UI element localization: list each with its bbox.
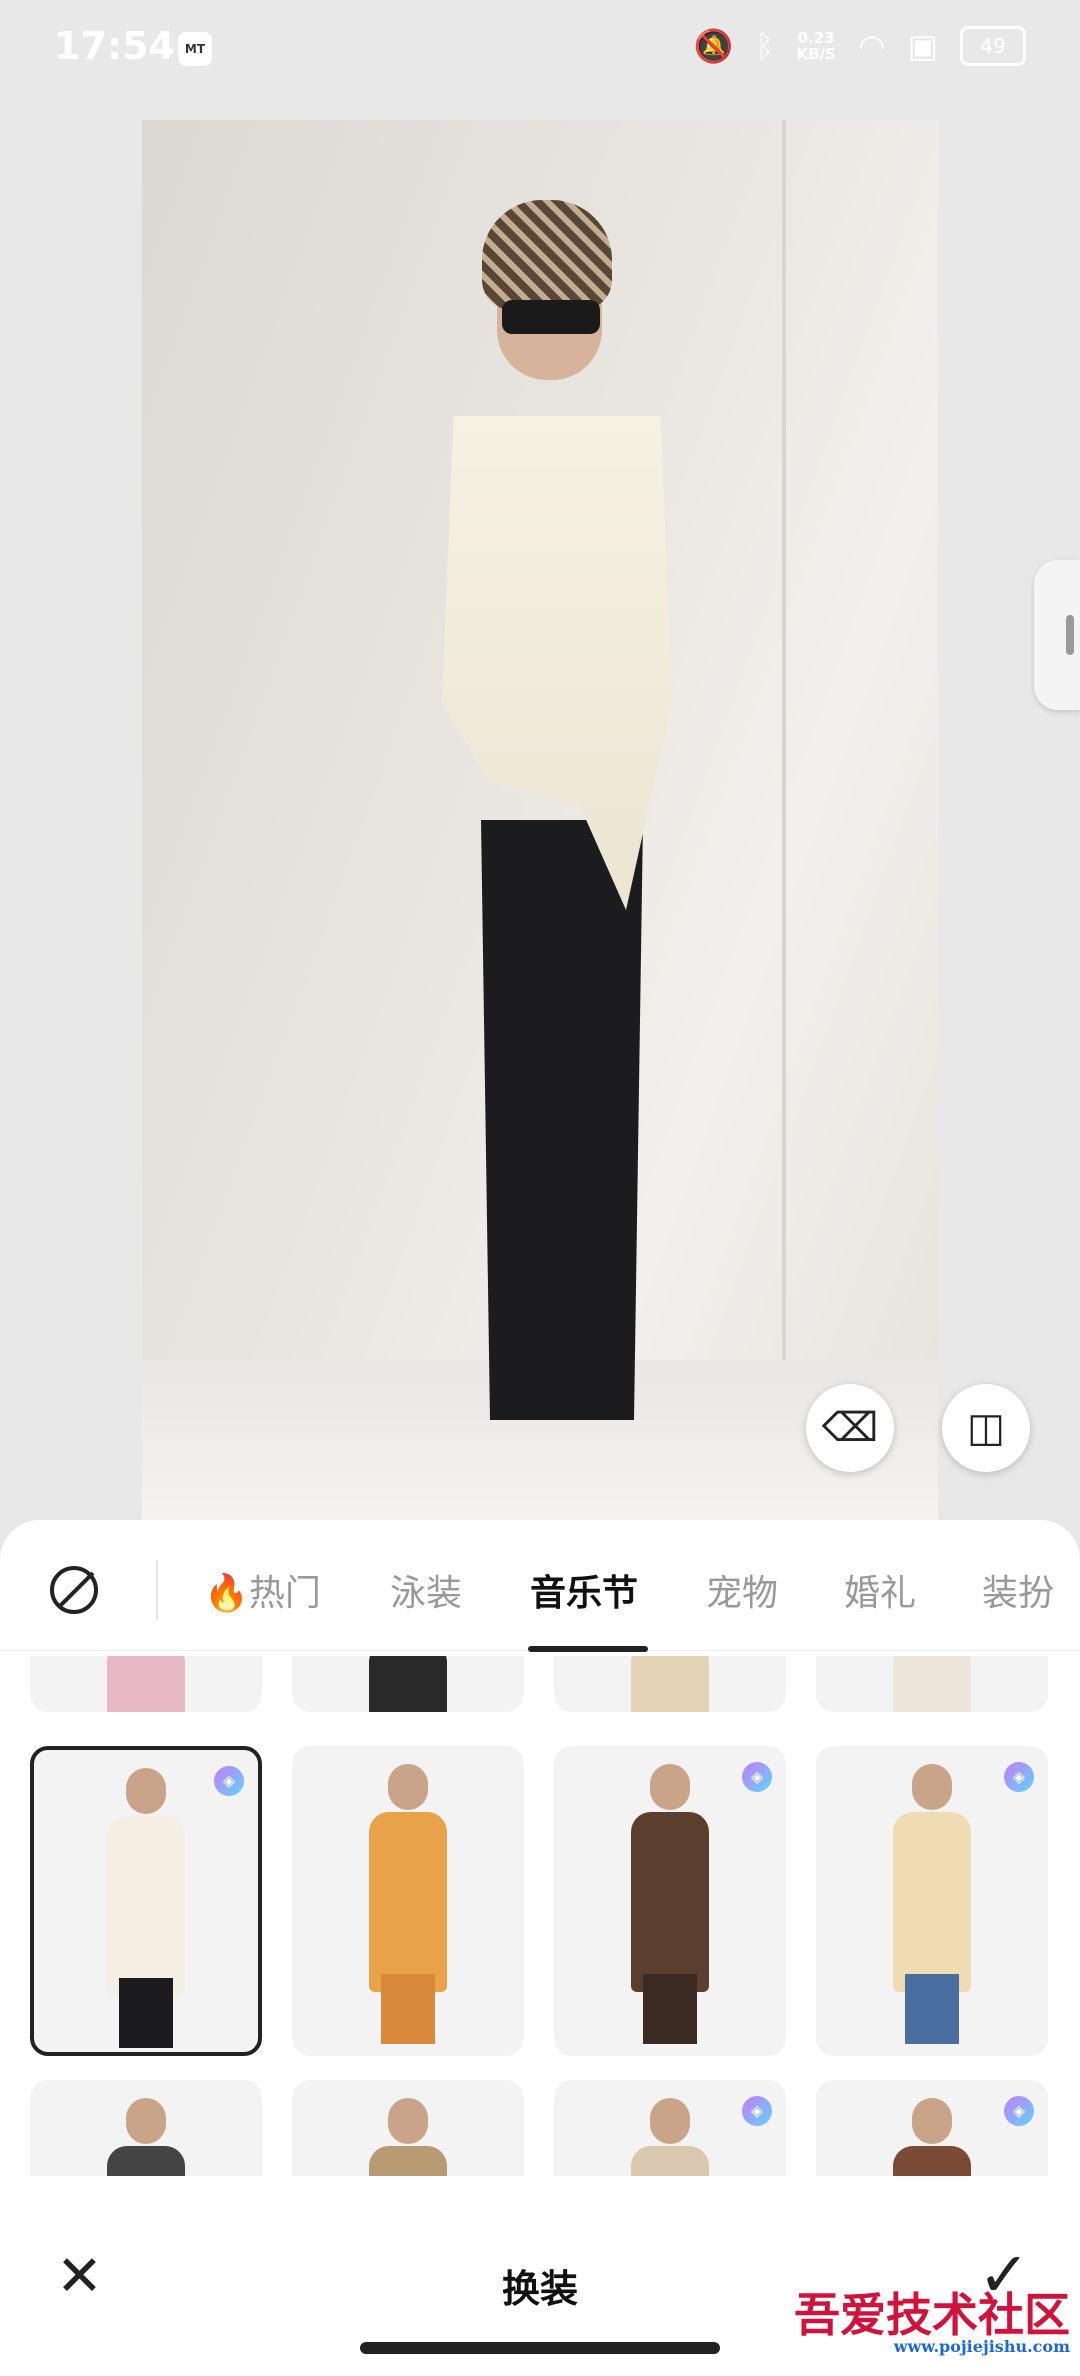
preview-photo[interactable] xyxy=(142,120,938,1520)
tab-divider xyxy=(156,1560,158,1620)
wifi-icon: ◠ xyxy=(857,27,886,65)
battery-icon: 49 xyxy=(960,26,1026,66)
compare-icon: ◫ xyxy=(967,1405,1005,1451)
tab-music-festival[interactable]: 音乐节 xyxy=(530,1564,638,1616)
outfit-model xyxy=(887,2098,977,2176)
outfit-card[interactable]: ◈ xyxy=(816,1746,1048,2056)
bell-off-icon: 🔕 xyxy=(693,27,734,65)
watermark: 吾爱技术社区 www.pojiejishu.com xyxy=(794,2288,1070,2356)
premium-gem-icon: ◈ xyxy=(214,1766,244,1796)
sim-off-icon: ▣ xyxy=(907,27,938,65)
outfit-card[interactable] xyxy=(292,2080,524,2176)
outfit-sheet: 🔥热门 泳装 音乐节 宠物 婚礼 装扮 ◈ ◈ ◈ ◈ ◈ ✕ 换装 ✓ xyxy=(0,1520,1080,2376)
outfit-model xyxy=(101,1768,191,2048)
no-outfit-icon[interactable] xyxy=(50,1566,98,1614)
tab-swimwear[interactable]: 泳装 xyxy=(390,1564,462,1616)
model-scarf xyxy=(482,200,612,310)
status-icons: 🔕 ᛒ 0.23 KB/S ◠ ▣ 49 xyxy=(693,26,1026,66)
wall-corner xyxy=(782,120,786,1360)
premium-gem-icon: ◈ xyxy=(742,1762,772,1792)
outfit-model xyxy=(101,1656,191,1712)
tab-dressup[interactable]: 装扮 xyxy=(982,1564,1054,1616)
outfit-card[interactable]: ◈ xyxy=(554,1746,786,2056)
eraser-button[interactable]: ⌫ xyxy=(806,1384,894,1472)
outfit-card[interactable]: ◈ xyxy=(30,1746,262,2056)
outfit-card[interactable] xyxy=(30,2080,262,2176)
outfit-model xyxy=(887,1656,977,1712)
outfit-card[interactable] xyxy=(30,1656,262,1712)
outfit-model xyxy=(625,1764,715,2044)
compare-button[interactable]: ◫ xyxy=(942,1384,1030,1472)
outfit-card[interactable]: ◈ xyxy=(816,2080,1048,2176)
outfit-card[interactable] xyxy=(816,1656,1048,1712)
tab-wedding[interactable]: 婚礼 xyxy=(844,1564,916,1616)
net-speed: 0.23 KB/S xyxy=(796,29,836,63)
model-sunglasses xyxy=(502,300,600,334)
outfit-model xyxy=(363,1764,453,2044)
outfit-grid: ◈ ◈ ◈ ◈ ◈ xyxy=(0,1656,1080,2176)
tab-hot[interactable]: 🔥热门 xyxy=(204,1564,321,1616)
outfit-card[interactable] xyxy=(292,1746,524,2056)
outfit-model xyxy=(625,1656,715,1712)
status-time: 17:54 xyxy=(54,24,175,68)
bluetooth-icon: ᛒ xyxy=(755,27,775,65)
outfit-model xyxy=(101,2098,191,2176)
outfit-model xyxy=(363,1656,453,1712)
active-tab-indicator xyxy=(528,1646,648,1652)
premium-gem-icon: ◈ xyxy=(742,2096,772,2126)
outfit-card[interactable] xyxy=(554,1656,786,1712)
outfit-model xyxy=(363,2098,453,2176)
home-indicator xyxy=(360,2342,720,2354)
outfit-model xyxy=(625,2098,715,2176)
outfit-card[interactable]: ◈ xyxy=(554,2080,786,2176)
side-drawer-handle[interactable] xyxy=(1034,560,1080,710)
tab-pet[interactable]: 宠物 xyxy=(706,1564,778,1616)
model-pants xyxy=(481,820,643,1420)
status-bar: 17:54 MT 🔕 ᛒ 0.23 KB/S ◠ ▣ 49 xyxy=(0,0,1080,100)
outfit-card[interactable] xyxy=(292,1656,524,1712)
mt-app-icon: MT xyxy=(178,32,212,66)
outfit-model xyxy=(887,1764,977,2044)
premium-gem-icon: ◈ xyxy=(1004,1762,1034,1792)
eraser-icon: ⌫ xyxy=(821,1405,879,1451)
category-tabs: 🔥热门 泳装 音乐节 宠物 婚礼 装扮 xyxy=(0,1520,1080,1652)
premium-gem-icon: ◈ xyxy=(1004,2096,1034,2126)
